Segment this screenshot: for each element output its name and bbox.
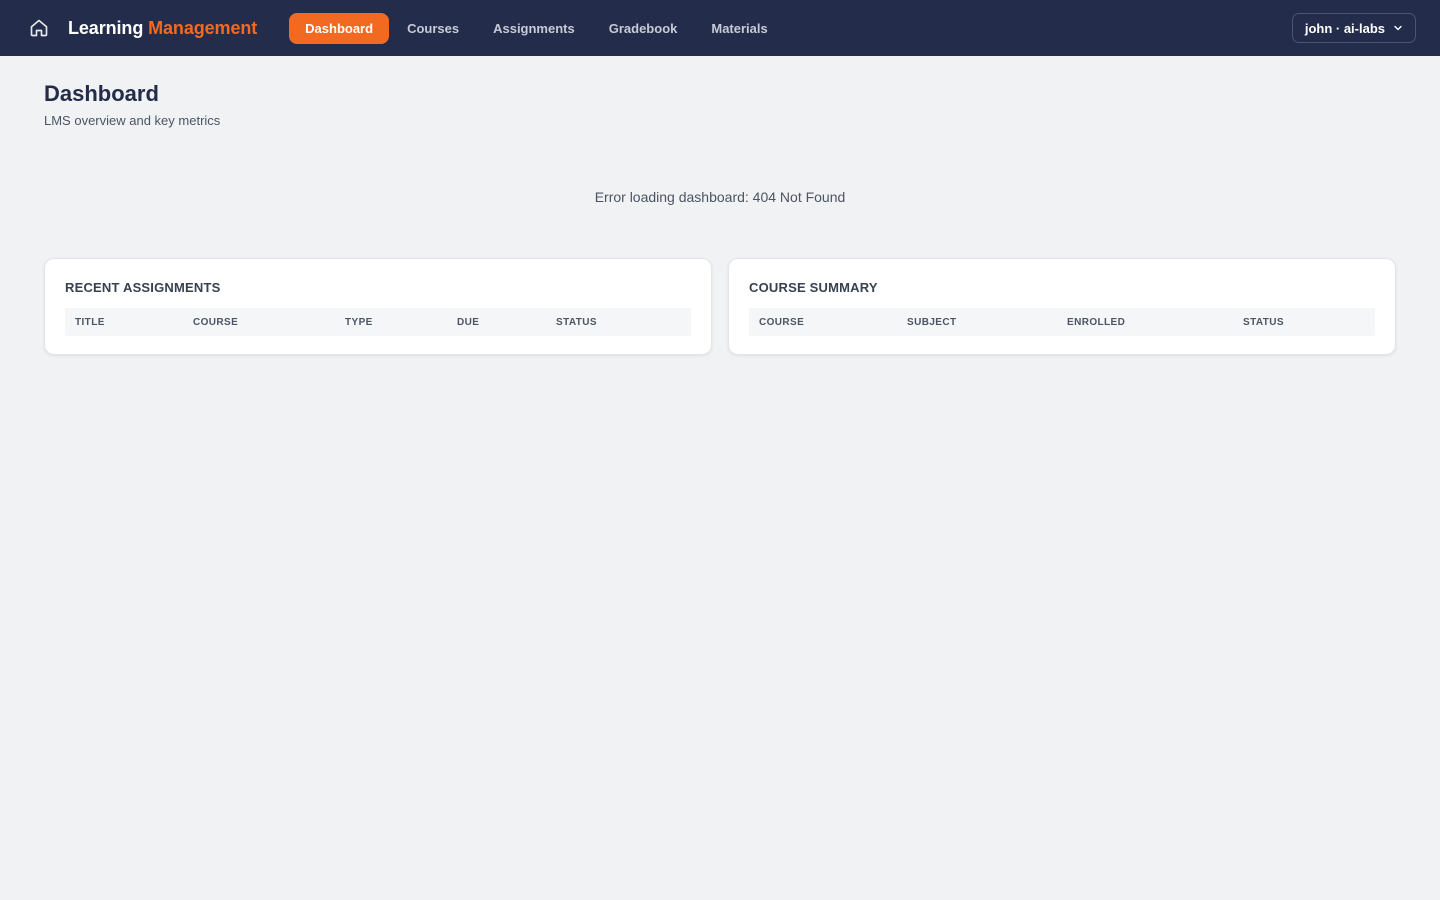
- column-header-status[interactable]: STATUS: [556, 317, 597, 328]
- main-content: Dashboard LMS overview and key metrics E…: [0, 56, 1440, 355]
- column-header-course[interactable]: COURSE: [193, 317, 345, 328]
- recent-assignments-card: RECENT ASSIGNMENTS TITLE COURSE TYPE DUE…: [44, 258, 712, 355]
- nav-item-courses[interactable]: Courses: [391, 13, 475, 44]
- app-brand[interactable]: Learning Management: [68, 18, 257, 39]
- course-summary-card: COURSE SUMMARY COURSE SUBJECT ENROLLED S…: [728, 258, 1396, 355]
- dashboard-cards: RECENT ASSIGNMENTS TITLE COURSE TYPE DUE…: [44, 258, 1396, 355]
- brand-main-text: Learning: [68, 17, 144, 38]
- column-header-course[interactable]: COURSE: [759, 317, 907, 328]
- page-title: Dashboard: [44, 81, 159, 106]
- page-subtitle: LMS overview and key metrics: [44, 113, 221, 128]
- nav-item-materials[interactable]: Materials: [695, 13, 783, 44]
- user-label: john · ai-labs: [1304, 20, 1385, 36]
- column-header-enrolled[interactable]: ENROLLED: [1067, 317, 1243, 328]
- column-header-title[interactable]: TITLE: [75, 317, 193, 328]
- main-nav: Dashboard Courses Assignments Gradebook …: [289, 12, 784, 44]
- chevron-down-icon: [1393, 21, 1403, 36]
- brand-accent-text: Management: [148, 17, 258, 38]
- user-menu-button[interactable]: john · ai-labs: [1291, 13, 1416, 43]
- error-message: Error loading dashboard: 404 Not Found: [594, 189, 846, 205]
- table-header: COURSE SUBJECT ENROLLED STATUS: [749, 308, 1375, 336]
- nav-item-assignments[interactable]: Assignments: [477, 13, 591, 44]
- home-icon[interactable]: [28, 17, 50, 39]
- column-header-type[interactable]: TYPE: [345, 317, 457, 328]
- card-title: RECENT ASSIGNMENTS: [65, 280, 221, 295]
- card-title: COURSE SUMMARY: [749, 280, 878, 295]
- column-header-status[interactable]: STATUS: [1243, 317, 1284, 328]
- column-header-subject[interactable]: SUBJECT: [907, 317, 1067, 328]
- nav-item-gradebook[interactable]: Gradebook: [593, 13, 694, 44]
- top-nav-bar: Learning Management Dashboard Courses As…: [0, 0, 1440, 56]
- column-header-due[interactable]: DUE: [457, 317, 556, 328]
- table-header: TITLE COURSE TYPE DUE STATUS: [65, 308, 691, 336]
- nav-item-dashboard[interactable]: Dashboard: [289, 12, 390, 44]
